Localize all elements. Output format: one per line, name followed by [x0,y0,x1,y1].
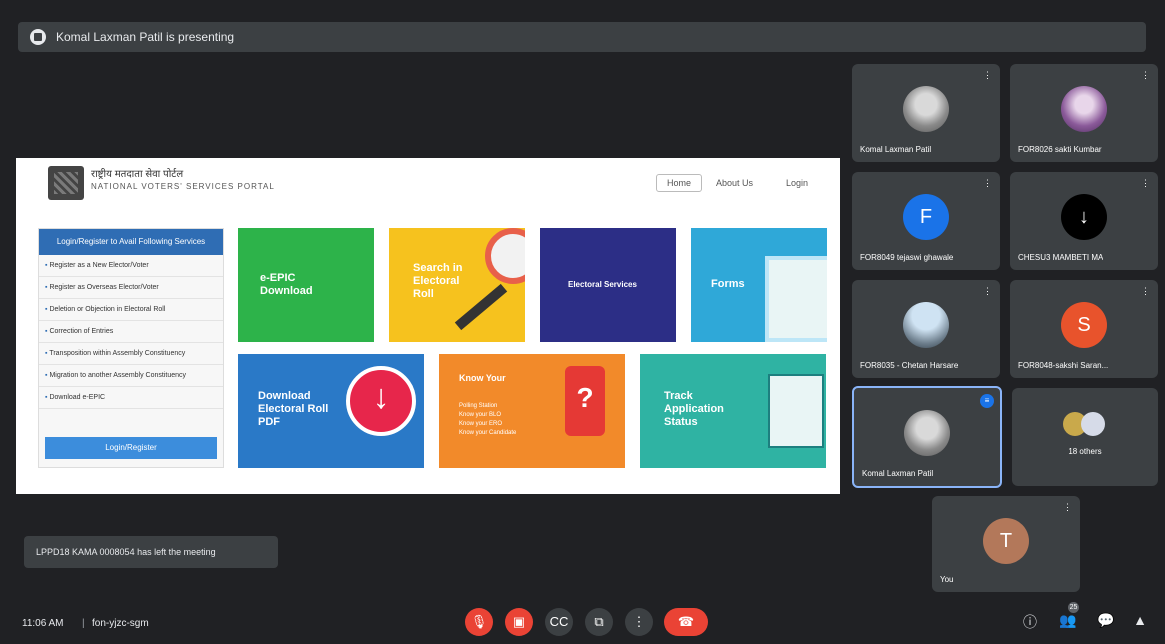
tile-download-roll[interactable]: Download Electoral Roll PDF [238,354,424,468]
participant-tile[interactable]: ⋮ FOR8026 sakti Kumbar [1010,64,1158,162]
download-icon [346,366,416,436]
tile-label: Know Your [459,373,506,383]
mic-off-icon: ⋮ [1063,502,1072,512]
mic-off-icon: ⋮ [983,286,992,296]
participant-name: CHESU3 MAMBETI MA [1018,253,1104,262]
participant-name: Komal Laxman Patil [860,145,932,154]
people-icon[interactable]: 👥 [1058,612,1078,629]
service-item[interactable]: Migration to another Assembly Constituen… [39,365,223,387]
mic-off-icon: ⋮ [1141,286,1150,296]
participant-tile[interactable]: ⋮ S FOR8048-sakshi Saran... [1010,280,1158,378]
info-icon[interactable]: ⓘ [1020,612,1040,632]
separator: | [82,618,85,629]
participant-name: You [940,575,954,584]
participant-tile-speaking[interactable]: ≡ Komal Laxman Patil [852,386,1002,488]
magnifier-icon [485,228,525,284]
nav-about[interactable]: About Us [716,178,753,188]
tile-label: Search in Electoral Roll [413,262,463,300]
avatar: T [983,518,1029,564]
tile-know-your[interactable]: Know Your Polling Station Know your BLO … [439,354,625,468]
meeting-time: 11:06 AM [22,618,64,629]
present-icon[interactable]: ⧉ [585,608,613,636]
nav-login[interactable]: Login [786,178,808,188]
participant-name: FOR8035 - Chetan Harsare [860,361,959,370]
nav-home[interactable]: Home [656,174,703,192]
participant-name: FOR8049 tejaswi ghawale [860,253,954,262]
presenting-text: Komal Laxman Patil is presenting [56,30,235,44]
service-item[interactable]: Correction of Entries [39,321,223,343]
tile-label: Electoral Services [568,280,637,289]
avatar [903,86,949,132]
tile-e-epic[interactable]: e-EPIC Download [238,228,374,342]
form-icon [765,256,827,342]
tile-label: Track Application Status [664,390,724,428]
avatar: ↓ [1061,194,1107,240]
shared-screen: राष्ट्रीय मतदाता सेवा पोर्टल NATIONAL VO… [16,158,840,494]
know-your-item: Know your BLO [459,412,502,418]
mic-off-icon: ⋮ [983,178,992,188]
mic-off-icon: ⋮ [1141,178,1150,188]
service-item[interactable]: Deletion or Objection in Electoral Roll [39,299,223,321]
others-tile[interactable]: 18 others [1012,388,1158,486]
avatar [1061,86,1107,132]
more-icon[interactable]: ⋮ [625,608,653,636]
present-icon [30,29,46,45]
avatar [903,302,949,348]
participant-tile[interactable]: ⋮ F FOR8049 tejaswi ghawale [852,172,1000,270]
chat-icon[interactable]: 💬 [1096,612,1116,629]
services-panel: Login/Register to Avail Following Servic… [38,228,224,468]
hangup-icon[interactable]: ☎ [664,608,708,636]
tile-search-roll[interactable]: Search in Electoral Roll [389,228,525,342]
tile-forms[interactable]: Forms [691,228,827,342]
others-avatars [1063,412,1105,441]
avatar [1081,412,1105,436]
left-meeting-toast: LPPD18 KAMA 0008054 has left the meeting [24,536,278,568]
tile-label: Download Electoral Roll PDF [258,390,329,428]
presenting-banner: Komal Laxman Patil is presenting [18,22,1146,52]
tile-electoral-services[interactable]: Electoral Services [540,228,676,342]
portal-logo [48,166,84,200]
others-label: 18 others [1068,447,1102,456]
services-heading: Login/Register to Avail Following Servic… [39,229,223,255]
meeting-code[interactable]: fon-yjzc-sgm [92,618,149,629]
mic-off-icon: ⋮ [1141,70,1150,80]
captions-icon[interactable]: CC [545,608,573,636]
mic-off-icon: ⋮ [983,70,992,80]
self-tile[interactable]: ⋮ T You [932,496,1080,592]
service-item[interactable]: Register as a New Elector/Voter [39,255,223,277]
tile-track-status[interactable]: Track Application Status [640,354,826,468]
avatar: F [903,194,949,240]
mic-off-icon[interactable]: 🎙 [465,608,493,636]
speaking-icon: ≡ [980,394,994,408]
camera-off-icon[interactable]: ▣ [505,608,533,636]
service-item[interactable]: Register as Overseas Elector/Voter [39,277,223,299]
service-item[interactable]: Transposition within Assembly Constituen… [39,343,223,365]
activities-icon[interactable]: ▲ [1130,612,1150,628]
know-your-item: Polling Station [459,403,498,409]
participant-name: FOR8026 sakti Kumbar [1018,145,1102,154]
know-your-item: Know your ERO [459,421,503,427]
tile-label: e-EPIC Download [260,272,313,297]
participant-name: Komal Laxman Patil [862,469,934,478]
service-item[interactable]: Download e-EPIC [39,387,223,409]
document-icon [768,374,824,448]
portal-title-hindi: राष्ट्रीय मतदाता सेवा पोर्टल [91,169,184,180]
phone-icon [565,366,605,436]
avatar: S [1061,302,1107,348]
participant-tile[interactable]: ⋮ Komal Laxman Patil [852,64,1000,162]
participant-tile[interactable]: ⋮ ↓ CHESU3 MAMBETI MA [1010,172,1158,270]
participant-tile[interactable]: ⋮ FOR8035 - Chetan Harsare [852,280,1000,378]
login-register-button[interactable]: Login/Register [45,437,217,459]
avatar [904,410,950,456]
know-your-list: Polling Station Know your BLO Know your … [459,402,516,438]
people-count-badge: 25 [1068,602,1079,613]
participant-name: FOR8048-sakshi Saran... [1018,361,1109,370]
tile-label: Forms [711,278,745,290]
know-your-item: Know your Candidate [459,430,517,436]
portal-title: NATIONAL VOTERS' SERVICES PORTAL [91,182,275,191]
